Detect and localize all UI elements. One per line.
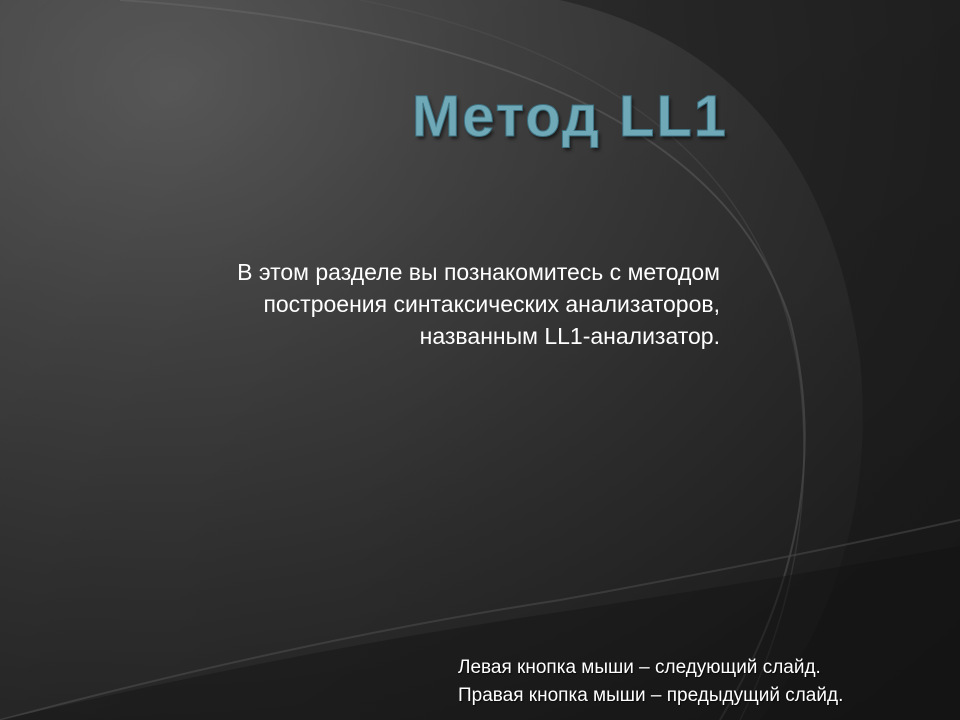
navigation-hint: Левая кнопка мыши – следующий слайд. Пра… [458,654,953,710]
hint-next-slide: Левая кнопка мыши – следующий слайд. [458,657,821,678]
slide-title: Метод LL1 [411,84,728,149]
body-line: В этом разделе вы познакомитесь с методо… [237,259,720,285]
presentation-slide[interactable]: Метод LL1 В этом разделе вы познакомитес… [0,0,960,720]
hint-previous-slide: Правая кнопка мыши – предыдущий слайд. [458,685,844,706]
body-line: названным LL1-анализатор. [419,323,720,349]
slide-body-text: В этом разделе вы познакомитесь с методо… [120,256,720,352]
body-line: построения синтаксических анализаторов, [263,291,720,317]
